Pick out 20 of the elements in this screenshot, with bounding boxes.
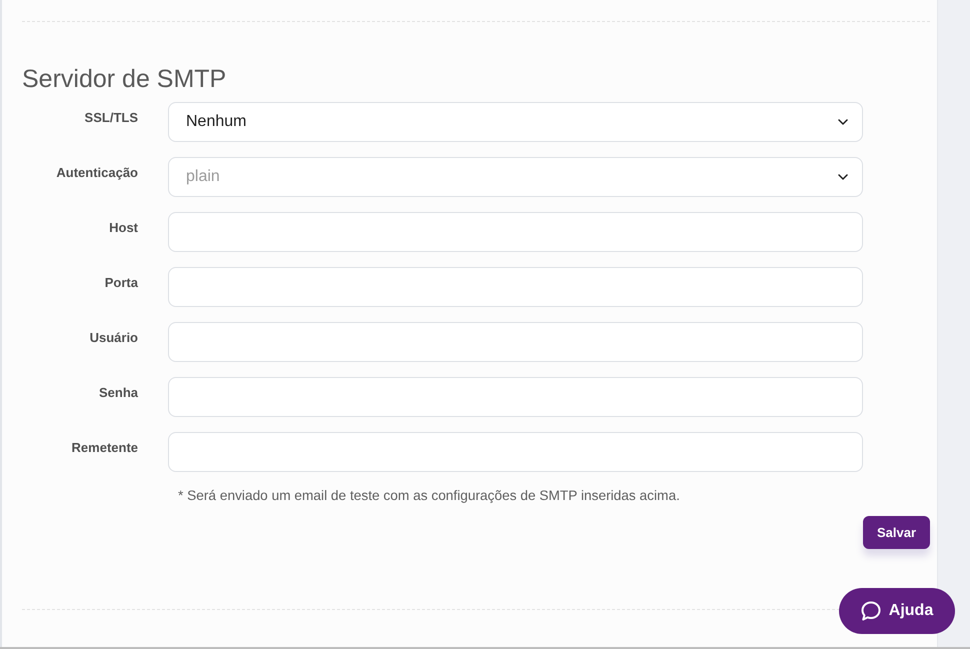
input-field[interactable] <box>168 322 863 362</box>
chevron-down-icon <box>838 119 848 125</box>
select-field[interactable]: Nenhum <box>168 102 863 142</box>
input-field[interactable] <box>168 432 863 472</box>
help-button[interactable]: Ajuda <box>839 588 955 634</box>
input-field[interactable] <box>168 267 863 307</box>
section-title: Servidor de SMTP <box>22 65 226 93</box>
field-label: Host <box>108 219 138 237</box>
field-label: Remetente <box>70 439 138 457</box>
chat-bubble-icon <box>860 601 881 621</box>
field-label: Usuário <box>88 329 138 347</box>
chevron-down-icon <box>838 174 848 180</box>
save-button[interactable]: Salvar <box>863 516 930 549</box>
field-label: Porta <box>104 274 138 292</box>
input-field[interactable] <box>168 212 863 252</box>
note-text: * Será enviado um email de teste com as configurações de SMTP inseridas acima. <box>178 487 680 505</box>
input-field[interactable] <box>168 377 863 417</box>
field-label: Senha <box>98 384 138 402</box>
field-label: Autenticação <box>55 164 138 182</box>
field-label: SSL/TLS <box>84 109 138 127</box>
